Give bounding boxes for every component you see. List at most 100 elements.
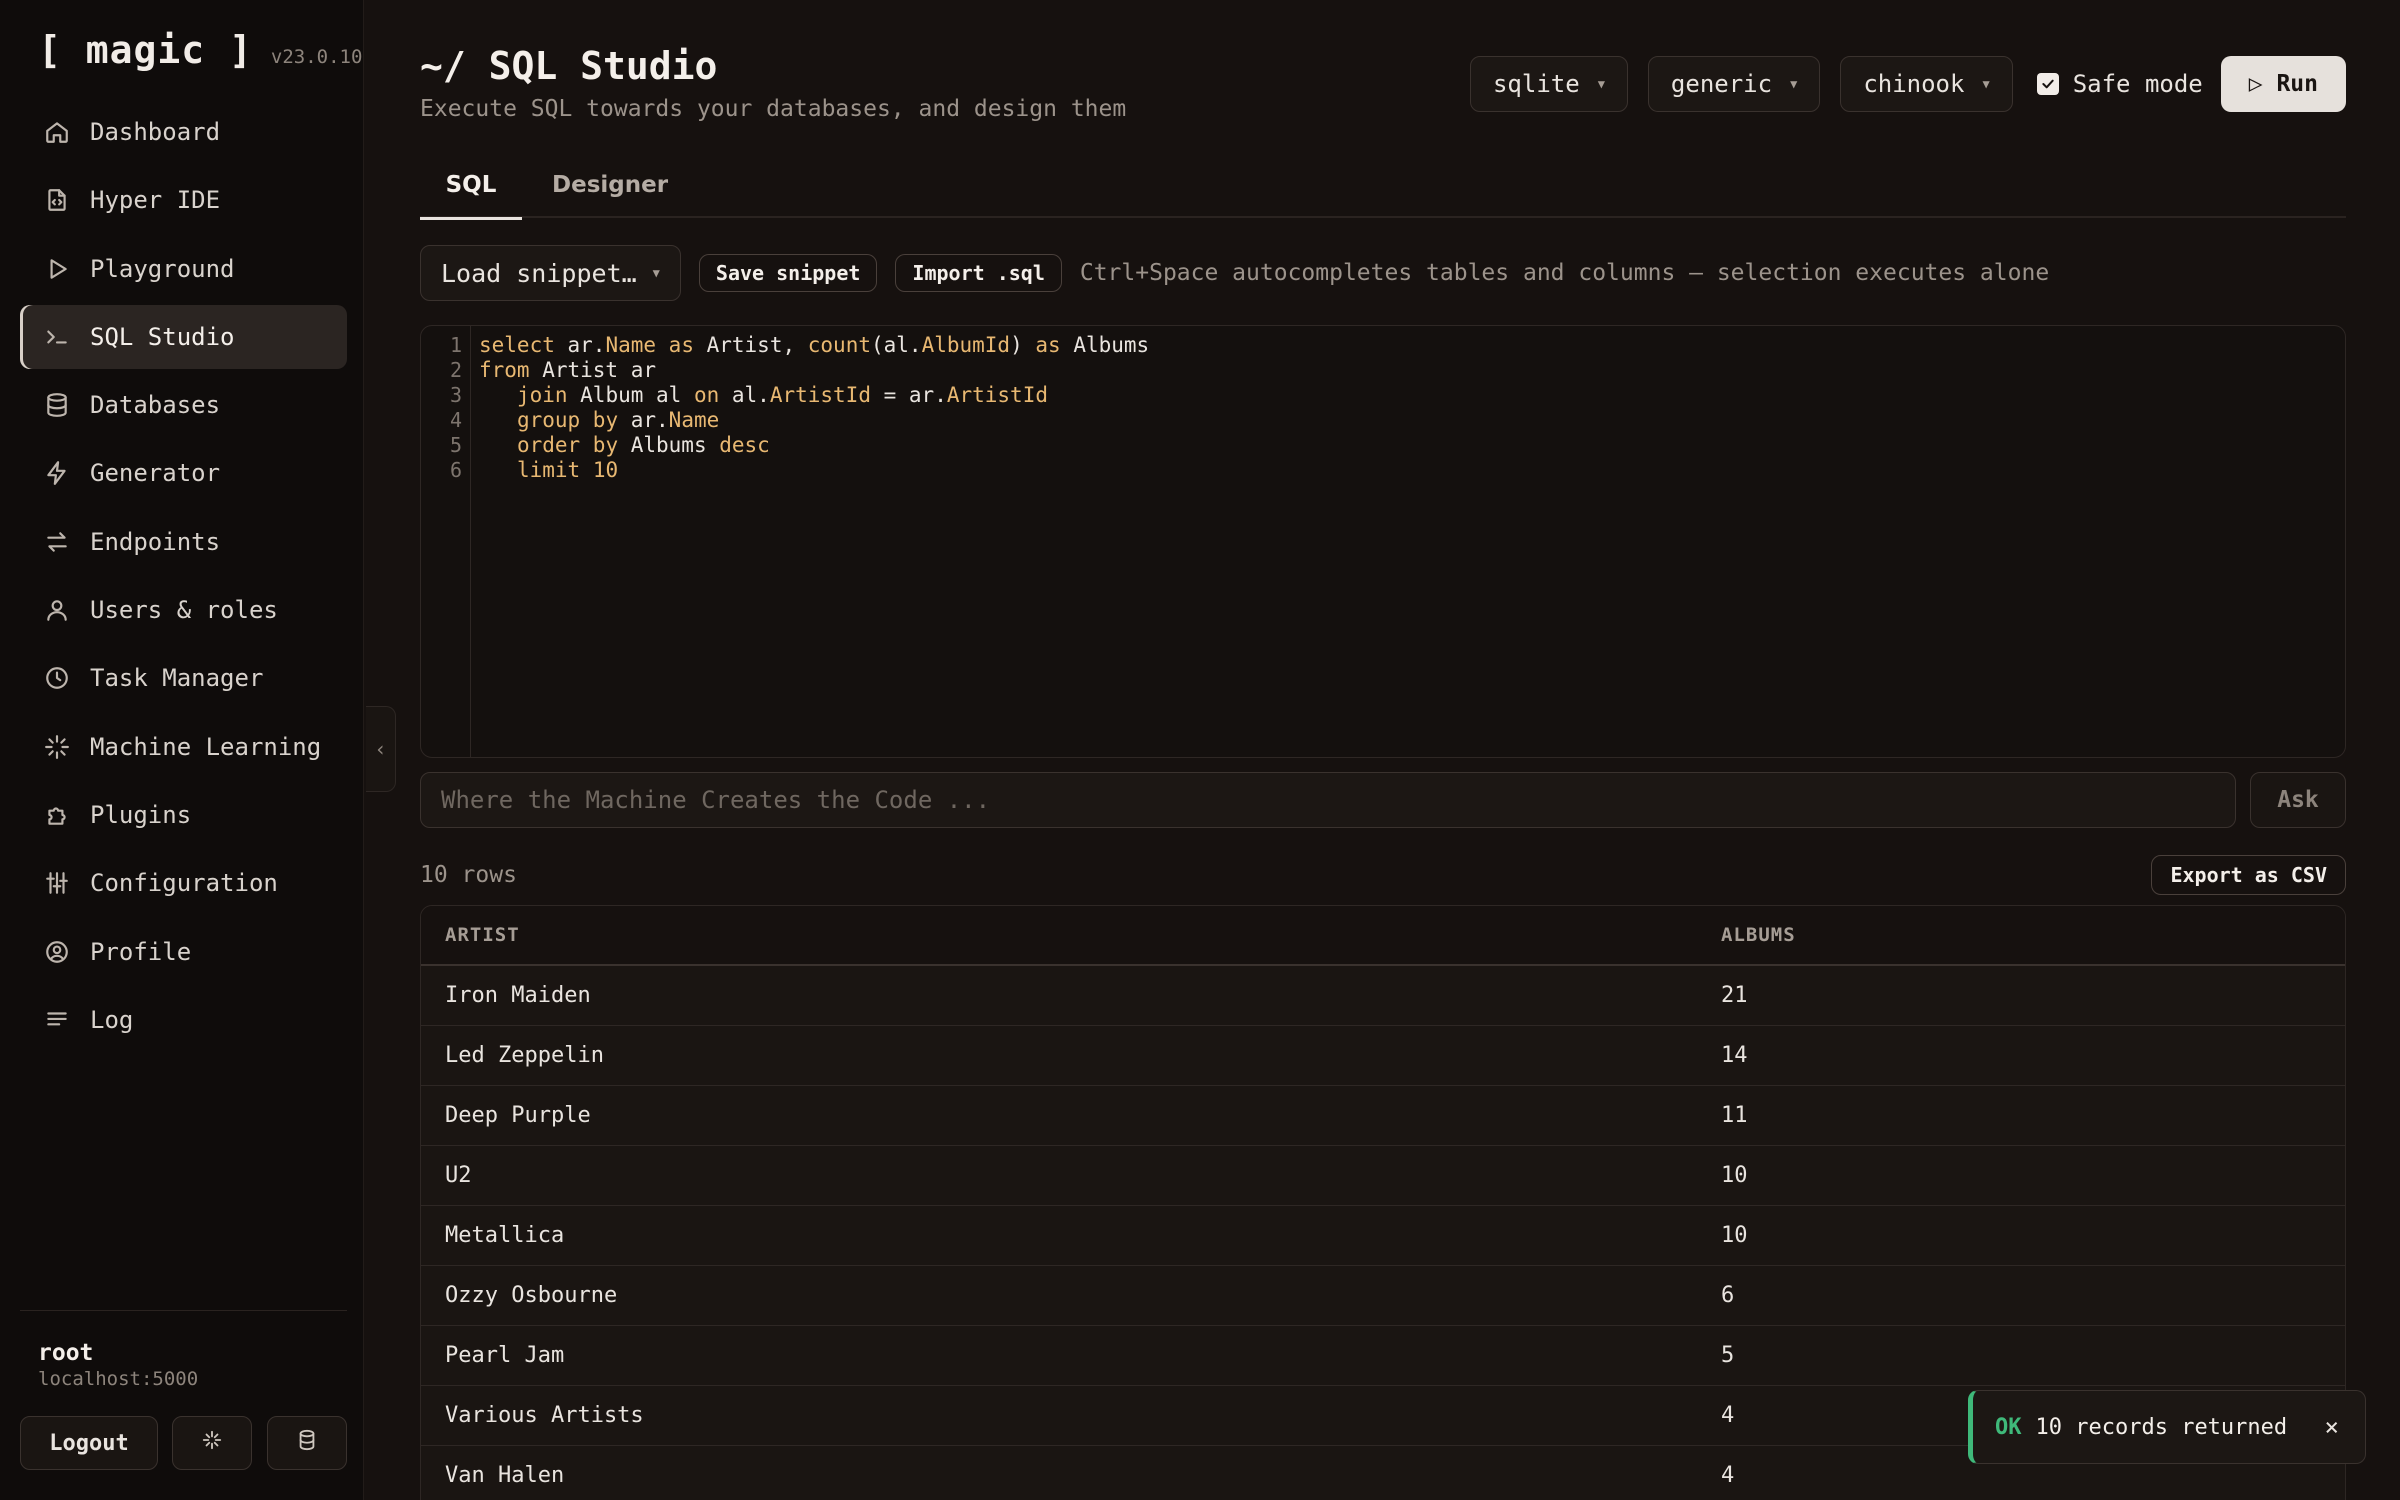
cell-albums: 4 bbox=[1721, 1403, 1735, 1428]
sidebar-divider bbox=[20, 1310, 347, 1311]
table-row[interactable]: Ozzy Osbourne 6 bbox=[421, 1266, 2345, 1326]
safe-mode-label: Safe mode bbox=[2072, 70, 2203, 98]
import-sql-button[interactable]: Import .sql bbox=[895, 254, 1062, 292]
theme-button[interactable] bbox=[172, 1416, 252, 1470]
table-row[interactable]: Iron Maiden 21 bbox=[421, 966, 2345, 1026]
sidebar-item-profile[interactable]: Profile bbox=[20, 920, 347, 984]
sidebar-item-hyper-ide[interactable]: Hyper IDE bbox=[20, 168, 347, 232]
sliders-icon bbox=[42, 868, 72, 898]
main-content: ~/ SQL Studio Execute SQL towards your d… bbox=[420, 0, 2346, 1500]
table-row[interactable]: Pearl Jam 5 bbox=[421, 1326, 2345, 1386]
tab-bar: SQL Designer bbox=[420, 160, 2346, 220]
cell-artist: Ozzy Osbourne bbox=[445, 1283, 618, 1308]
safe-mode-toggle[interactable]: Safe mode bbox=[2036, 70, 2203, 98]
play-icon bbox=[42, 254, 72, 284]
logout-button[interactable]: Logout bbox=[20, 1416, 158, 1470]
sidebar-item-label: SQL Studio bbox=[90, 322, 235, 351]
load-snippet-label: Load snippet… bbox=[441, 258, 637, 288]
sidebar-item-label: Endpoints bbox=[90, 527, 221, 556]
clock-icon bbox=[42, 663, 72, 693]
cell-albums: 14 bbox=[1721, 1043, 1748, 1068]
code-content: select ar.Name as Artist, count(al.Album… bbox=[479, 333, 1149, 483]
sidebar-item-label: Plugins bbox=[90, 800, 192, 829]
sidebar-item-task-manager[interactable]: Task Manager bbox=[20, 646, 347, 710]
cell-artist: Metallica bbox=[445, 1223, 565, 1248]
cell-albums: 10 bbox=[1721, 1223, 1748, 1248]
connection-value: generic bbox=[1670, 70, 1773, 98]
user-icon bbox=[42, 595, 72, 625]
sidebar-item-sql-studio[interactable]: SQL Studio bbox=[20, 304, 347, 369]
sidebar-item-databases[interactable]: Databases bbox=[20, 373, 347, 437]
sidebar-item-endpoints[interactable]: Endpoints bbox=[20, 510, 347, 574]
terminal-icon bbox=[42, 322, 72, 352]
toast-notification: OK 10 records returned × bbox=[1968, 1390, 2366, 1464]
brand[interactable]: [ magic ] v23.0.10 bbox=[38, 28, 362, 72]
tab-designer[interactable]: Designer bbox=[552, 172, 668, 218]
load-snippet-select[interactable]: Load snippet… ▼ bbox=[420, 245, 681, 301]
user-name: root bbox=[38, 1340, 94, 1366]
ask-button[interactable]: Ask bbox=[2250, 772, 2346, 828]
safe-mode-checkbox[interactable] bbox=[2036, 73, 2059, 95]
sidebar: [ magic ] v23.0.10 Dashboard Hyper IDE P… bbox=[0, 0, 364, 1500]
cell-albums: 21 bbox=[1721, 983, 1748, 1008]
close-icon[interactable]: × bbox=[2325, 1413, 2339, 1441]
sidebar-item-label: Databases bbox=[90, 391, 221, 420]
line-number: 1 bbox=[449, 333, 462, 357]
database-icon bbox=[296, 1429, 318, 1457]
sidebar-item-machine-learning[interactable]: Machine Learning bbox=[20, 715, 347, 779]
caret-down-icon: ▼ bbox=[1597, 77, 1605, 91]
cell-artist: U2 bbox=[445, 1163, 472, 1188]
table-row[interactable]: Deep Purple 11 bbox=[421, 1086, 2345, 1146]
sidebar-item-label: Profile bbox=[90, 937, 192, 966]
sidebar-collapse-handle[interactable]: ‹ bbox=[366, 706, 396, 792]
sidebar-item-label: Log bbox=[90, 1005, 134, 1034]
check-icon bbox=[2042, 79, 2054, 89]
code-line-2: from Artist ar bbox=[479, 358, 657, 382]
sparkle-icon bbox=[42, 732, 72, 762]
cell-artist: Various Artists bbox=[445, 1403, 644, 1428]
sql-editor[interactable]: 1 2 3 4 5 6 select ar.Name as Artist, co… bbox=[420, 325, 2346, 758]
column-header-artist[interactable]: ARTIST bbox=[445, 924, 1721, 946]
line-gutter: 1 2 3 4 5 6 bbox=[421, 326, 471, 757]
bolt-icon bbox=[42, 458, 72, 488]
sidebar-item-plugins[interactable]: Plugins bbox=[20, 783, 347, 847]
db-type-select[interactable]: sqlite ▼ bbox=[1469, 56, 1628, 112]
save-snippet-button[interactable]: Save snippet bbox=[698, 254, 878, 292]
code-line-5: order by Albums desc bbox=[516, 433, 770, 457]
table-row[interactable]: U2 10 bbox=[421, 1146, 2345, 1206]
connection-select[interactable]: generic ▼ bbox=[1647, 56, 1821, 112]
tab-sql[interactable]: SQL bbox=[420, 172, 522, 220]
line-number: 5 bbox=[449, 433, 462, 457]
column-header-albums[interactable]: ALBUMS bbox=[1721, 924, 1796, 946]
sidebar-item-label: Users & roles bbox=[90, 596, 278, 625]
ask-input[interactable] bbox=[420, 772, 2236, 828]
list-icon bbox=[42, 1005, 72, 1035]
sidebar-item-users-roles[interactable]: Users & roles bbox=[20, 578, 347, 642]
cell-albums: 4 bbox=[1721, 1463, 1735, 1488]
database-select[interactable]: chinook ▼ bbox=[1840, 56, 2013, 112]
sidebar-item-generator[interactable]: Generator bbox=[20, 441, 347, 505]
export-csv-button[interactable]: Export as CSV bbox=[2151, 855, 2346, 895]
caret-down-icon: ▼ bbox=[1790, 77, 1798, 91]
editor-hint: Ctrl+Space autocompletes tables and colu… bbox=[1079, 260, 2050, 286]
row-count: 10 rows bbox=[420, 862, 517, 888]
db-type-value: sqlite bbox=[1492, 70, 1580, 98]
sidebar-item-configuration[interactable]: Configuration bbox=[20, 851, 347, 915]
code-line-4: group by ar.Name bbox=[516, 408, 720, 432]
sidebar-item-label: Configuration bbox=[90, 869, 278, 898]
run-button[interactable]: ▷ Run bbox=[2220, 56, 2346, 112]
database-icon bbox=[42, 390, 72, 420]
page-title: ~/ SQL Studio bbox=[420, 44, 718, 88]
code-line-3: join Album al on al.ArtistId = ar.Artist… bbox=[516, 383, 1048, 407]
user-circle-icon bbox=[42, 937, 72, 967]
sidebar-item-playground[interactable]: Playground bbox=[20, 237, 347, 301]
table-row[interactable]: Metallica 10 bbox=[421, 1206, 2345, 1266]
table-row[interactable]: Led Zeppelin 14 bbox=[421, 1026, 2345, 1086]
cell-artist: Iron Maiden bbox=[445, 983, 591, 1008]
home-icon bbox=[42, 117, 72, 147]
sidebar-item-dashboard[interactable]: Dashboard bbox=[20, 100, 347, 164]
editor-toolbar: Load snippet… ▼ Save snippet Import .sql… bbox=[420, 245, 2346, 301]
sidebar-item-label: Machine Learning bbox=[90, 732, 322, 761]
database-shortcut-button[interactable] bbox=[267, 1416, 347, 1470]
sidebar-item-log[interactable]: Log bbox=[20, 988, 347, 1052]
